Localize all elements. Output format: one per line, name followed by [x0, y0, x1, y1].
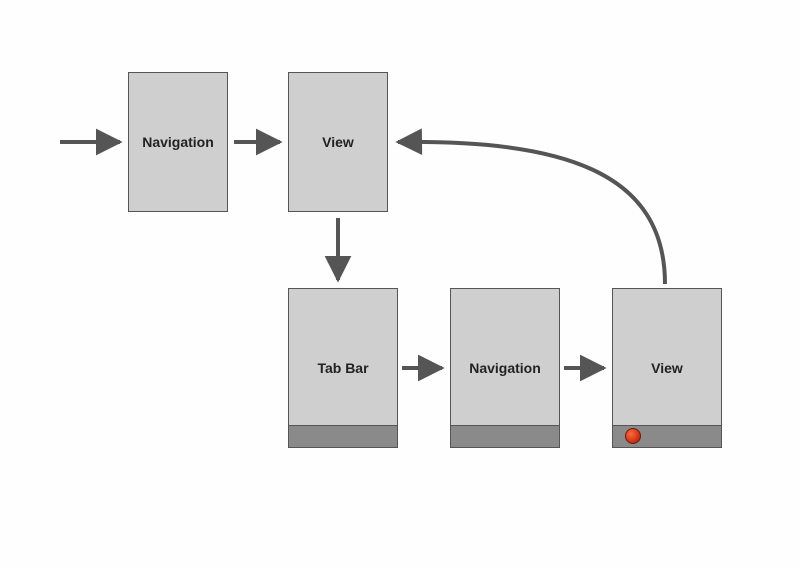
indicator-dot-icon	[625, 428, 641, 444]
node-label: Navigation	[469, 360, 541, 376]
arrow-view2-view1	[398, 142, 665, 284]
node-tab-bar: Tab Bar	[288, 288, 398, 448]
node-label: View	[651, 360, 683, 376]
tab-bar-strip	[289, 425, 397, 447]
node-navigation-2: Navigation	[450, 288, 560, 448]
node-view-2: View	[612, 288, 722, 448]
node-label: Navigation	[142, 134, 214, 150]
arrows-layer	[0, 0, 800, 568]
diagram-canvas: Navigation View Tab Bar Navigation View	[0, 0, 800, 568]
node-label: Tab Bar	[317, 360, 368, 376]
tab-bar-strip	[613, 425, 721, 447]
node-navigation-1: Navigation	[128, 72, 228, 212]
node-view-1: View	[288, 72, 388, 212]
node-label: View	[322, 134, 354, 150]
tab-bar-strip	[451, 425, 559, 447]
